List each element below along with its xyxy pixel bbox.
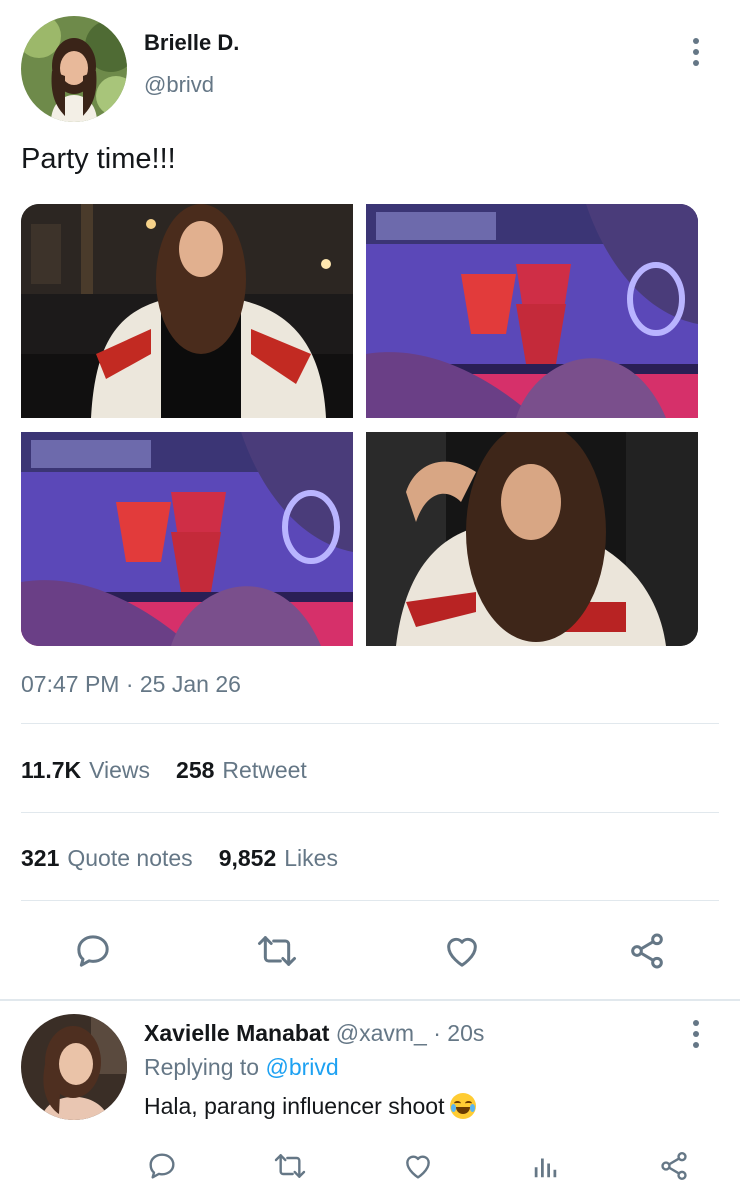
likes-stat[interactable]: 9,852 Likes: [219, 845, 338, 872]
author-name[interactable]: Brielle D.: [144, 30, 239, 56]
reply-like-icon[interactable]: [400, 1148, 436, 1184]
reply-share-icon[interactable]: [656, 1148, 692, 1184]
quote-stat[interactable]: 321 Quote notes: [21, 845, 193, 872]
photo-glasses-toast[interactable]: [366, 204, 698, 418]
reply-more-options-icon[interactable]: [690, 1020, 702, 1048]
reply-author-name[interactable]: Xavielle Manabat: [144, 1020, 329, 1046]
stats-row: 321 Quote notes 9,852 Likes: [21, 845, 338, 872]
replying-to-line: Replying to @brivd: [144, 1054, 339, 1081]
reply-author-handle[interactable]: @xavm_: [336, 1020, 427, 1046]
views-stat[interactable]: 11.7K Views: [21, 757, 150, 784]
analytics-icon[interactable]: [528, 1148, 564, 1184]
divider: [21, 812, 719, 813]
reply-author-avatar[interactable]: [21, 1014, 127, 1120]
stats-row: 11.7K Views 258 Retweet: [21, 757, 307, 784]
reply-retweet-icon[interactable]: [270, 1148, 310, 1184]
reply-author-line: Xavielle Manabat @xavm_ · 20s: [144, 1020, 484, 1047]
share-icon[interactable]: [624, 928, 670, 974]
replying-to-mention[interactable]: @brivd: [265, 1054, 338, 1080]
retweet-stat[interactable]: 258 Retweet: [176, 757, 307, 784]
face-with-tears-of-joy-icon: [450, 1093, 477, 1119]
author-handle[interactable]: @brivd: [144, 72, 214, 98]
divider: [21, 723, 719, 724]
divider: [21, 900, 719, 901]
photo-girl-car-selfie[interactable]: [366, 432, 698, 646]
more-options-icon[interactable]: [690, 38, 702, 66]
retweet-icon[interactable]: [254, 928, 300, 974]
photo-girl-street-night[interactable]: [21, 204, 353, 418]
like-icon[interactable]: [439, 928, 485, 974]
tweet-timestamp[interactable]: 07:47 PM · 25 Jan 26: [21, 671, 241, 698]
replying-to-label: Replying to: [144, 1054, 260, 1080]
reply-text: Hala, parang influencer shoot: [144, 1093, 477, 1120]
photo-glasses-toast-2[interactable]: [21, 432, 353, 646]
reply-icon[interactable]: [70, 928, 116, 974]
reply-time[interactable]: · 20s: [433, 1020, 484, 1046]
author-avatar[interactable]: [21, 16, 127, 122]
reply-reply-icon[interactable]: [144, 1148, 180, 1184]
tweet-text: Party time!!!: [21, 143, 176, 175]
divider: [0, 999, 740, 1001]
